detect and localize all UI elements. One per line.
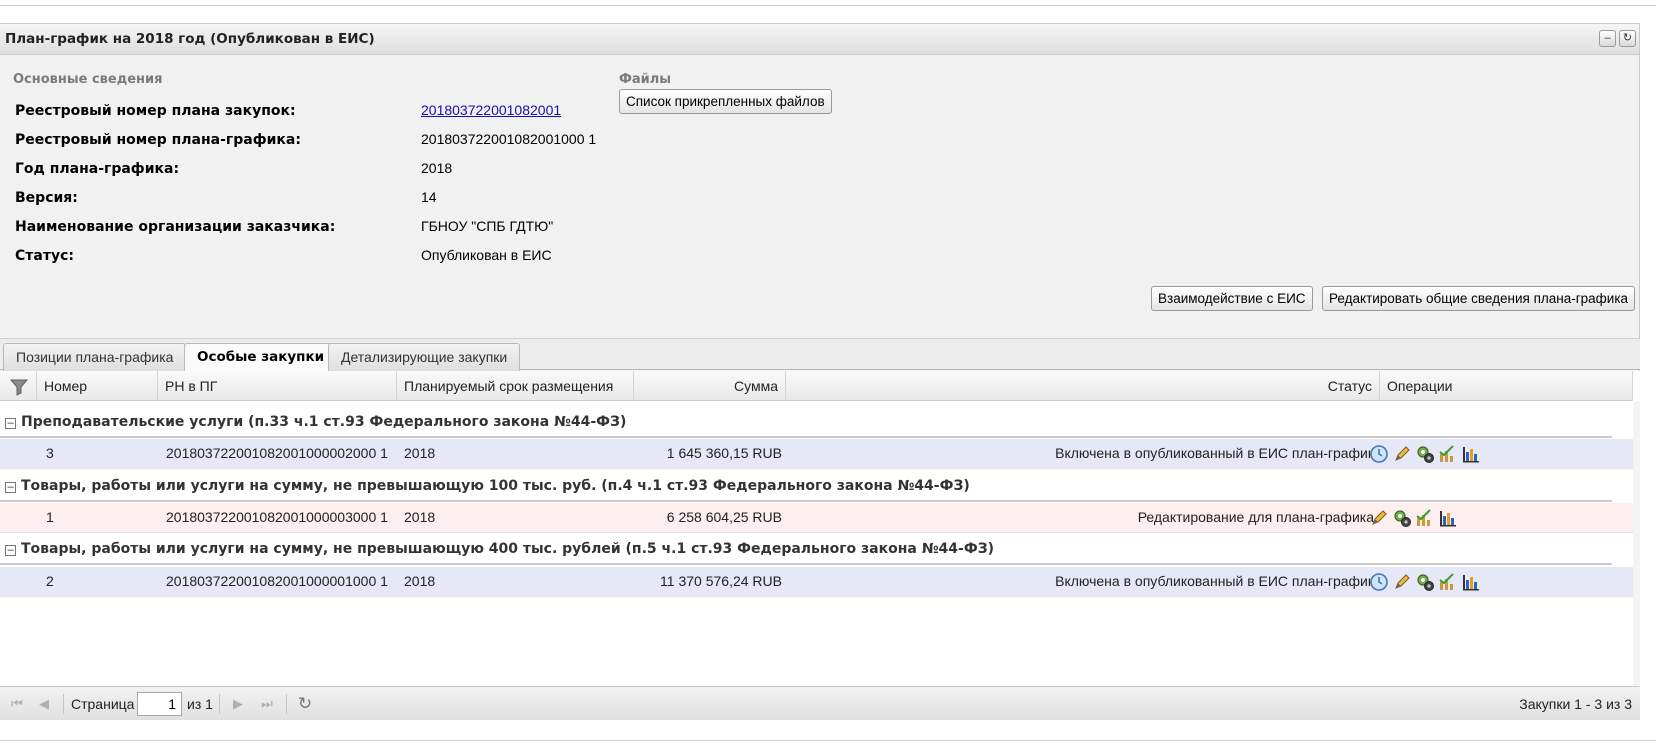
row-sum: 1 645 360,15 RUB (666, 445, 782, 461)
plan-schedule-panel: План-график на 2018 год (Опубликован в Е… (0, 23, 1640, 720)
bar-chart-icon[interactable] (1438, 508, 1458, 528)
plan-registry-label: Реестровый номер плана закупок: (15, 103, 296, 119)
schedule-registry-label: Реестровый номер плана-графика: (15, 132, 301, 148)
column-sum[interactable]: Сумма (634, 371, 786, 401)
approve-chart-icon[interactable] (1415, 508, 1435, 528)
version-label: Версия: (15, 190, 78, 206)
plan-registry-link[interactable]: 201803722001082001 (421, 102, 561, 118)
panel-header: План-график на 2018 год (Опубликован в Е… (0, 24, 1639, 55)
grid-scrollbar[interactable] (1633, 401, 1640, 686)
edit-pencil-icon[interactable] (1392, 572, 1412, 592)
tab-schedule-positions[interactable]: Позиции плана-графика (3, 343, 187, 371)
attached-files-button[interactable]: Список прикрепленных файлов (619, 89, 832, 114)
column-operations[interactable]: Операции (1380, 371, 1633, 401)
schedule-registry-value: 201803722001082001000 1 (421, 131, 597, 147)
column-rn[interactable]: РН в ПГ (158, 371, 397, 401)
group-row[interactable]: – Преподавательские услуги (п.33 ч.1 ст.… (0, 408, 1612, 438)
grid-header: Номер РН в ПГ Планируемый срок размещени… (0, 371, 1633, 401)
pager-separator (63, 694, 64, 714)
bar-chart-icon[interactable] (1461, 572, 1481, 592)
history-icon[interactable] (1369, 444, 1389, 464)
column-number[interactable]: Номер (37, 371, 158, 401)
table-row[interactable]: 1 201803722001082001000003000 1 2018 6 2… (0, 503, 1633, 533)
filter-icon[interactable] (0, 371, 37, 401)
group-row[interactable]: – Товары, работы или услуги на сумму, не… (0, 472, 1612, 502)
row-number: 3 (46, 445, 54, 461)
row-planned: 2018 (404, 573, 436, 589)
row-planned: 2018 (404, 445, 436, 461)
page-label: Страница (71, 696, 135, 712)
history-icon[interactable] (1369, 572, 1389, 592)
row-sum: 6 258 604,25 RUB (666, 509, 782, 525)
top-border (0, 0, 1656, 6)
group-row[interactable]: – Товары, работы или услуги на сумму, не… (0, 535, 1612, 565)
collapse-icon[interactable]: – (1599, 30, 1616, 47)
pagination-bar: ⏮ ◀ Страница из 1 ▶ ⏭ ↻ Закупки 1 - 3 из… (0, 686, 1640, 720)
version-value: 14 (421, 189, 437, 205)
edit-pencil-icon[interactable] (1392, 444, 1412, 464)
tab-bar: Позиции плана-графика Особые закупки Дет… (0, 338, 1640, 372)
bottom-border (0, 740, 1656, 744)
approve-chart-icon[interactable] (1438, 444, 1458, 464)
panel-title: План-график на 2018 год (Опубликован в Е… (5, 31, 375, 47)
row-number: 1 (46, 509, 54, 525)
schedule-year-value: 2018 (421, 160, 453, 176)
row-sum: 11 370 576,24 RUB (660, 573, 782, 589)
collapse-group-icon[interactable]: – (5, 545, 16, 556)
row-status: Редактирование для плана-графика (1137, 509, 1374, 525)
pager-separator (286, 694, 287, 714)
group-title: Товары, работы или услуги на сумму, не п… (21, 541, 995, 557)
group-title: Товары, работы или услуги на сумму, не п… (21, 478, 970, 494)
row-rn: 201803722001082001000003000 1 (166, 509, 388, 525)
pager-separator (219, 694, 220, 714)
tab-special-purchases[interactable]: Особые закупки (184, 343, 338, 372)
status-label: Статус: (15, 248, 74, 264)
row-status: Включена в опубликованный в ЕИС план-гра… (1055, 445, 1374, 461)
purchases-grid: Номер РН в ПГ Планируемый срок размещени… (0, 371, 1640, 686)
general-info-title: Основные сведения (13, 72, 163, 87)
refresh-icon[interactable]: ↻ (1619, 30, 1636, 47)
customer-org-value: ГБНОУ "СПБ ГДТЮ" (421, 218, 554, 234)
eis-interaction-button[interactable]: Взаимодействие с ЕИС (1151, 286, 1313, 311)
status-value: Опубликован в ЕИС (421, 247, 552, 263)
prev-page-icon[interactable]: ◀ (36, 696, 52, 712)
customer-org-label: Наименование организации заказчика: (15, 219, 336, 235)
column-status[interactable]: Статус (786, 371, 1380, 401)
edit-pencil-icon[interactable] (1369, 508, 1389, 528)
edit-general-info-button[interactable]: Редактировать общие сведения плана-графи… (1322, 286, 1636, 311)
table-row[interactable]: 2 201803722001082001000001000 1 2018 11 … (0, 567, 1633, 597)
row-planned: 2018 (404, 509, 436, 525)
gears-icon[interactable] (1392, 508, 1412, 528)
schedule-year-label: Год плана-графика: (15, 161, 180, 177)
files-title: Файлы (619, 72, 672, 87)
gears-icon[interactable] (1415, 444, 1435, 464)
page-count: из 1 (187, 696, 213, 712)
next-page-icon[interactable]: ▶ (230, 696, 246, 712)
first-page-icon[interactable]: ⏮ (9, 696, 25, 712)
page-number-input[interactable] (137, 692, 182, 716)
group-title: Преподавательские услуги (п.33 ч.1 ст.93… (21, 414, 627, 430)
row-status: Включена в опубликованный в ЕИС план-гра… (1055, 573, 1374, 589)
column-filter[interactable] (0, 371, 37, 401)
collapse-group-icon[interactable]: – (5, 418, 16, 429)
row-number: 2 (46, 573, 54, 589)
row-rn: 201803722001082001000002000 1 (166, 445, 388, 461)
approve-chart-icon[interactable] (1438, 572, 1458, 592)
records-summary: Закупки 1 - 3 из 3 (1519, 696, 1632, 712)
column-planned-date[interactable]: Планируемый срок размещения (397, 371, 634, 401)
gears-icon[interactable] (1415, 572, 1435, 592)
table-row[interactable]: 3 201803722001082001000002000 1 2018 1 6… (0, 439, 1633, 469)
collapse-group-icon[interactable]: – (5, 482, 16, 493)
row-rn: 201803722001082001000001000 1 (166, 573, 388, 589)
last-page-icon[interactable]: ⏭ (259, 696, 275, 712)
tab-detailing-purchases[interactable]: Детализирующие закупки (328, 343, 521, 371)
refresh-grid-icon[interactable]: ↻ (297, 695, 313, 712)
bar-chart-icon[interactable] (1461, 444, 1481, 464)
